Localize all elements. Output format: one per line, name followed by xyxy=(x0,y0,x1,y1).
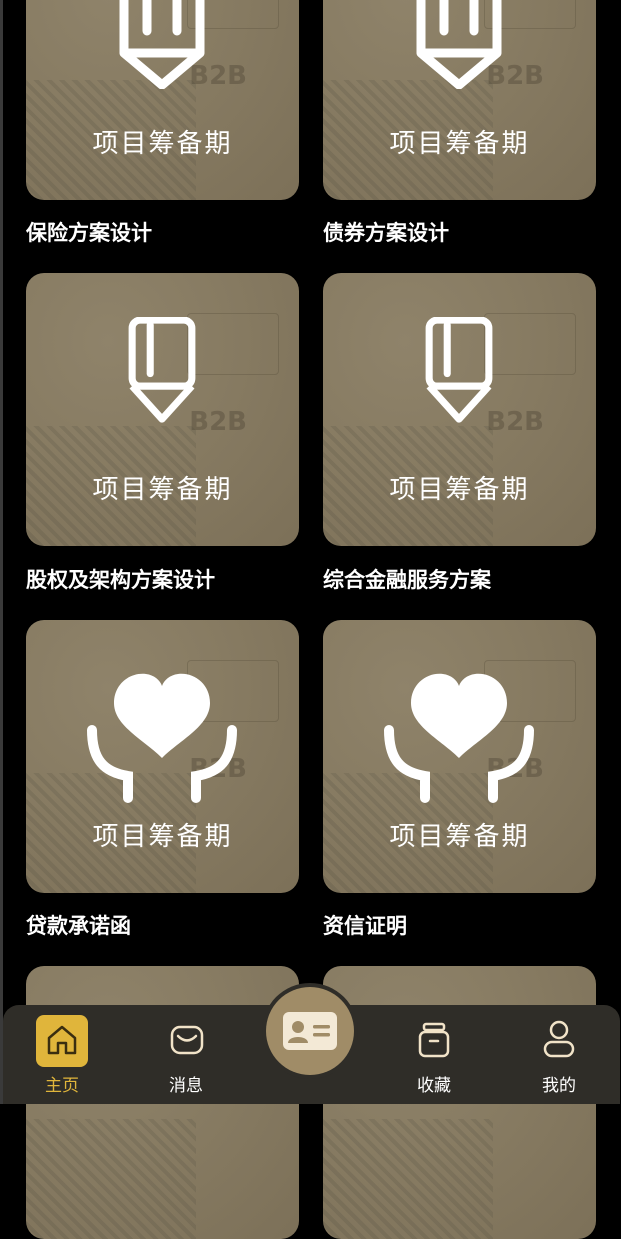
card-badge: 项目筹备期 xyxy=(389,822,530,852)
card-badge: 项目筹备期 xyxy=(92,822,233,852)
pencil-icon xyxy=(128,317,196,423)
card-title[interactable]: 综合金融服务方案 xyxy=(323,564,491,594)
card-badge: 项目筹备期 xyxy=(92,129,233,159)
product-card[interactable]: B2B 项目筹备期 xyxy=(26,620,299,893)
pencil-icon xyxy=(119,0,205,89)
card-title[interactable]: 股权及架构方案设计 xyxy=(26,564,215,594)
center-action-button[interactable] xyxy=(262,983,358,1079)
box-icon xyxy=(418,1022,450,1058)
product-card[interactable]: B2B 项目筹备期 xyxy=(26,0,299,200)
product-card[interactable]: B2B 项目筹备期 xyxy=(323,0,596,200)
pencil-icon xyxy=(425,317,493,423)
card-texture xyxy=(26,1119,196,1239)
tab-label: 我的 xyxy=(542,1076,576,1096)
card-badge: 项目筹备期 xyxy=(92,475,233,505)
card-title[interactable]: 资信证明 xyxy=(323,910,407,940)
heart-hands-icon xyxy=(384,673,534,803)
card-badge: 项目筹备期 xyxy=(389,129,530,159)
tab-label: 收藏 xyxy=(417,1076,451,1096)
tab-home[interactable]: 主页 xyxy=(17,1005,107,1104)
card-title[interactable]: 贷款承诺函 xyxy=(26,910,131,940)
pencil-icon xyxy=(416,0,502,89)
product-card[interactable]: B2B 项目筹备期 xyxy=(323,273,596,546)
home-icon xyxy=(47,1025,77,1055)
card-title[interactable]: 保险方案设计 xyxy=(26,217,152,247)
center-button-face xyxy=(266,987,354,1075)
product-card[interactable]: B2B 项目筹备期 xyxy=(323,620,596,893)
heart-hands-icon xyxy=(87,673,237,803)
product-grid: B2B 项目筹备期 保险方案设计 B2B 项目筹备期 债券方案设计 B2B 项目… xyxy=(0,0,621,1239)
card-title[interactable]: 债券方案设计 xyxy=(323,217,449,247)
tab-label: 消息 xyxy=(169,1076,203,1096)
product-card[interactable]: B2B 项目筹备期 xyxy=(26,273,299,546)
tab-mine[interactable]: 我的 xyxy=(514,1005,604,1104)
message-icon xyxy=(170,1025,204,1055)
tab-favorites[interactable]: 收藏 xyxy=(389,1005,479,1104)
user-icon xyxy=(543,1020,575,1058)
card-texture xyxy=(323,1119,493,1239)
tab-messages[interactable]: 消息 xyxy=(141,1005,231,1104)
card-badge: 项目筹备期 xyxy=(389,475,530,505)
id-card-icon xyxy=(283,1012,337,1050)
tab-label: 主页 xyxy=(45,1076,79,1096)
